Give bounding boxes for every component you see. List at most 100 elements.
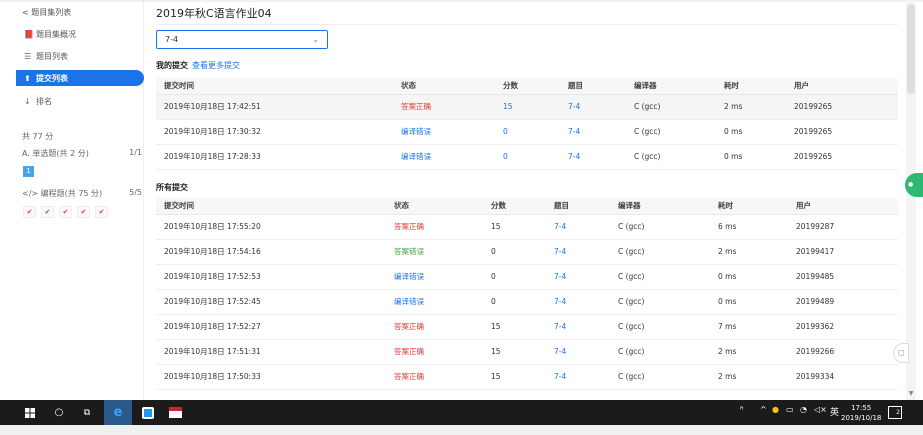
cell-problem[interactable]: 7-4 bbox=[560, 94, 626, 120]
question-number-box[interactable]: 1 bbox=[23, 166, 34, 177]
floating-feedback-button[interactable]: ◻ bbox=[893, 343, 909, 363]
scroll-thumb[interactable] bbox=[907, 4, 915, 94]
col-problem[interactable]: 题目 bbox=[560, 78, 626, 95]
col-status[interactable]: 状态 bbox=[386, 198, 483, 215]
col-time[interactable]: 提交时间 bbox=[156, 198, 386, 215]
table-row[interactable]: 2019年10月18日 17:55:20 答案正确 15 7-4 C (gcc) 6 ms… bbox=[156, 214, 898, 240]
windows-start-icon[interactable] bbox=[18, 400, 42, 425]
taskbar-clock[interactable]: 17:55 2019/10/18 bbox=[841, 403, 881, 423]
check-icon[interactable]: ✔ bbox=[23, 206, 36, 218]
notification-center-icon[interactable]: 2 bbox=[888, 406, 902, 419]
table-row[interactable]: 2019年10月18日 17:52:27 答案正确 15 7-4 C (gcc) 7 ms… bbox=[156, 314, 898, 340]
col-duration[interactable]: 耗时 bbox=[716, 78, 786, 95]
view-more-link[interactable]: 查看更多提交 bbox=[192, 61, 240, 70]
col-user[interactable]: 用户 bbox=[786, 78, 898, 95]
cell-compiler: C (gcc) bbox=[610, 239, 710, 265]
cell-problem[interactable]: 7-4 bbox=[560, 119, 626, 145]
col-time[interactable]: 提交时间 bbox=[156, 78, 393, 95]
cell-duration: 2 ms bbox=[710, 339, 788, 365]
volume-icon[interactable]: ◁× bbox=[814, 405, 827, 414]
cell-problem[interactable]: 7-4 bbox=[546, 264, 610, 290]
col-compiler[interactable]: 编译器 bbox=[626, 78, 716, 95]
list-icon: ☰ bbox=[24, 51, 32, 61]
table-row[interactable]: 2019年10月18日 17:42:51 答案正确 15 7-4 C (gcc) 2 ms… bbox=[156, 94, 898, 120]
check-icon[interactable]: ✔ bbox=[59, 206, 72, 218]
table-row[interactable]: 2019年10月18日 17:54:16 答案错误 0 7-4 C (gcc) 2 ms 2… bbox=[156, 239, 898, 265]
network-icon[interactable]: ◔ bbox=[800, 405, 807, 414]
col-score[interactable]: 分数 bbox=[483, 198, 546, 215]
cell-duration: 0 ms bbox=[710, 264, 788, 290]
sort-icon: ↓ bbox=[24, 96, 31, 106]
cell-status[interactable]: 答案正确 bbox=[386, 339, 483, 365]
table-row[interactable]: 2019年10月18日 17:51:31 答案正确 15 7-4 C (gcc) 2 ms… bbox=[156, 339, 898, 365]
tray-expand-icon[interactable]: ^ bbox=[760, 405, 767, 414]
cell-problem[interactable]: 7-4 bbox=[546, 314, 610, 340]
cell-score[interactable]: 15 bbox=[495, 94, 560, 120]
cell-duration: 2 ms bbox=[716, 94, 786, 120]
cell-time: 2019年10月18日 17:42:51 bbox=[156, 94, 393, 120]
cell-score[interactable]: 0 bbox=[495, 144, 560, 170]
table-row[interactable]: 2019年10月18日 17:30:32 编译错误 0 7-4 C (gcc) 0 ms 2… bbox=[156, 119, 898, 145]
cell-duration: 0 ms bbox=[716, 119, 786, 145]
cell-status[interactable]: 答案正确 bbox=[393, 94, 495, 120]
cell-problem[interactable]: 7-4 bbox=[546, 214, 610, 240]
col-score[interactable]: 分数 bbox=[495, 78, 560, 95]
upload-icon: ⬆ bbox=[24, 73, 31, 83]
tray-app-icon[interactable]: ● bbox=[772, 405, 779, 414]
floating-helper-button[interactable]: ● bbox=[905, 173, 923, 197]
check-icon[interactable]: ✔ bbox=[95, 206, 108, 218]
app-blue-icon[interactable] bbox=[135, 400, 160, 425]
app-flag-icon[interactable] bbox=[165, 400, 185, 425]
col-duration[interactable]: 耗时 bbox=[710, 198, 788, 215]
cell-status[interactable]: 答案错误 bbox=[386, 239, 483, 265]
col-problem[interactable]: 题目 bbox=[546, 198, 610, 215]
section-single-choice[interactable]: A. 单选题(共 2 分) 1/1 bbox=[22, 148, 142, 159]
edge-browser-icon[interactable]: e bbox=[104, 400, 132, 425]
cell-user: 20199265 bbox=[786, 144, 898, 170]
search-icon[interactable]: ○ bbox=[48, 400, 70, 425]
cell-status[interactable]: 答案正确 bbox=[386, 364, 483, 390]
cell-duration: 6 ms bbox=[710, 214, 788, 240]
sidebar-item-ranking[interactable]: ↓ 排名 bbox=[16, 93, 144, 109]
cell-status[interactable]: 编译错误 bbox=[386, 289, 483, 315]
cell-time: 2019年10月18日 17:52:45 bbox=[156, 289, 386, 315]
sidebar-item-problem-list[interactable]: ☰ 题目列表 bbox=[16, 48, 144, 64]
cell-time: 2019年10月18日 17:28:33 bbox=[156, 144, 393, 170]
table-row[interactable]: 2019年10月18日 17:52:53 编译错误 0 7-4 C (gcc) 0 ms 2… bbox=[156, 264, 898, 290]
sidebar-item-overview[interactable]: 📕 题目集概况 bbox=[16, 26, 144, 42]
cell-problem[interactable]: 7-4 bbox=[546, 364, 610, 390]
sidebar-item-submissions[interactable]: ⬆ 提交列表 bbox=[16, 70, 144, 86]
cell-problem[interactable]: 7-4 bbox=[546, 339, 610, 365]
cell-user: 20199266 bbox=[788, 339, 898, 365]
table-row[interactable]: 2019年10月18日 17:50:33 答案正确 15 7-4 C (gcc) 2 ms… bbox=[156, 364, 898, 390]
check-icon[interactable]: ✔ bbox=[41, 206, 54, 218]
cell-duration: 2 ms bbox=[710, 239, 788, 265]
col-compiler[interactable]: 编译器 bbox=[610, 198, 710, 215]
cell-problem[interactable]: 7-4 bbox=[560, 144, 626, 170]
cell-status[interactable]: 答案正确 bbox=[386, 214, 483, 240]
cell-status[interactable]: 编译错误 bbox=[393, 144, 495, 170]
battery-icon[interactable]: ▭ bbox=[786, 405, 794, 414]
person-icon[interactable]: ᴿ bbox=[740, 405, 744, 414]
table-row[interactable]: 2019年10月18日 17:28:33 编译错误 0 7-4 C (gcc) 0 ms 2… bbox=[156, 144, 898, 170]
ime-indicator[interactable]: 英 bbox=[830, 405, 839, 418]
task-view-icon[interactable]: ⧉ bbox=[76, 400, 98, 425]
check-icon[interactable]: ✔ bbox=[77, 206, 90, 218]
cell-status[interactable]: 编译错误 bbox=[393, 119, 495, 145]
cell-problem[interactable]: 7-4 bbox=[546, 239, 610, 265]
col-user[interactable]: 用户 bbox=[788, 198, 898, 215]
sidebar: < 题目集列表 📕 题目集概况 ☰ 题目列表 ⬆ 提交列表 ↓ 排名 共 77 … bbox=[14, 0, 144, 400]
scroll-down-arrow-icon[interactable]: ▼ bbox=[906, 390, 916, 400]
cell-score[interactable]: 0 bbox=[495, 119, 560, 145]
table-row[interactable]: 2019年10月18日 17:52:45 编译错误 0 7-4 C (gcc) 0 ms 2… bbox=[156, 289, 898, 315]
cell-problem[interactable]: 7-4 bbox=[546, 289, 610, 315]
page-scrollbar[interactable] bbox=[906, 0, 916, 400]
problem-checks: ✔ ✔ ✔ ✔ ✔ bbox=[23, 206, 108, 218]
cell-status[interactable]: 编译错误 bbox=[386, 264, 483, 290]
back-to-problem-sets-link[interactable]: < 题目集列表 bbox=[22, 7, 71, 18]
problem-select[interactable]: 7-4 ⌄ bbox=[156, 30, 328, 49]
cell-time: 2019年10月18日 17:50:33 bbox=[156, 364, 386, 390]
col-status[interactable]: 状态 bbox=[393, 78, 495, 95]
section-programming[interactable]: </> 编程题(共 75 分) 5/5 bbox=[22, 188, 142, 199]
cell-status[interactable]: 答案正确 bbox=[386, 314, 483, 340]
